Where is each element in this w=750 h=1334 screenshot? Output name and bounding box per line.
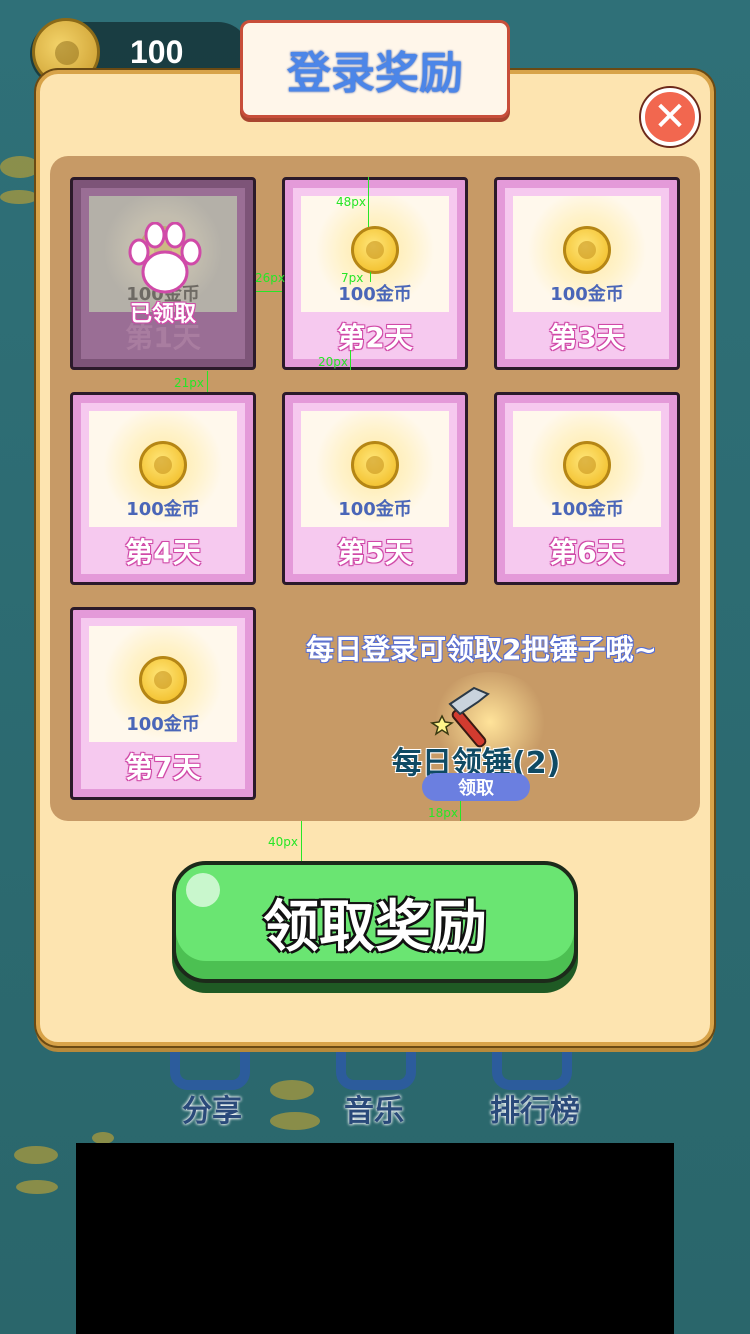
daily-hammer-hint: 每日登录可领取2把锤子哦~ (306, 633, 657, 666)
day-label: 第5天 (337, 536, 413, 569)
button-shine (186, 873, 220, 907)
reward-amount: 100金币 (126, 714, 200, 735)
music-label: 音乐 (344, 1094, 404, 1129)
day-card-7[interactable]: 100金币 第7天 (70, 607, 256, 800)
measure-label: 48px (336, 195, 366, 209)
reward-box: 100金币 (513, 411, 661, 527)
modal-title: 登录奖励 (240, 20, 510, 118)
lily-pad (270, 1080, 314, 1100)
claim-reward-label: 领取奖励 (263, 894, 487, 960)
coin-balance-value: 100 (130, 34, 184, 70)
reward-box: 100金币 (89, 411, 237, 527)
reward-amount: 100金币 (338, 499, 412, 520)
lily-pad (0, 190, 38, 204)
day-label: 第7天 (125, 751, 201, 784)
day-card-4[interactable]: 100金币 第4天 (70, 392, 256, 585)
day-card-5[interactable]: 100金币 第5天 (282, 392, 468, 585)
day-label: 第4天 (125, 536, 201, 569)
paw-coin-icon (563, 226, 611, 274)
claim-hammer-button[interactable]: 领取 (422, 773, 530, 801)
reward-box: 100金币 (301, 411, 449, 527)
reward-amount: 100金币 (126, 499, 200, 520)
day-card-2[interactable]: 100金币 第2天 (282, 177, 468, 370)
measure-line (301, 821, 302, 861)
measure-label: 18px (428, 806, 458, 820)
paw-coin-icon (351, 226, 399, 274)
day-card-1[interactable]: 100金币 第1天 已领取 (70, 177, 256, 370)
day-card-3[interactable]: 100金币 第3天 (494, 177, 680, 370)
reward-amount: 100金币 (550, 499, 624, 520)
measure-line (256, 291, 282, 292)
reward-box: 100金币 (513, 196, 661, 312)
measure-line (207, 371, 208, 392)
claim-reward-button[interactable]: 领取奖励 (172, 861, 578, 983)
day-label: 第6天 (549, 536, 625, 569)
reward-amount: 100金币 (338, 284, 412, 305)
reward-box: 100金币 (89, 626, 237, 742)
close-button[interactable]: ✕ (641, 88, 699, 146)
close-icon: ✕ (653, 94, 687, 140)
lily-pad (0, 156, 40, 178)
measure-label: 20px (318, 355, 348, 369)
day-label: 第3天 (549, 321, 625, 354)
measure-label: 21px (174, 376, 204, 390)
paw-stamp-icon (128, 222, 202, 294)
paw-coin-icon (351, 441, 399, 489)
reward-amount: 100金币 (550, 284, 624, 305)
measure-line (460, 801, 461, 821)
measure-label: 7px (341, 271, 364, 285)
ad-banner (76, 1143, 674, 1334)
lily-pad (14, 1146, 58, 1164)
reward-box: 100金币 (301, 196, 449, 312)
claimed-label: 已领取 (129, 302, 196, 327)
paw-coin-icon (563, 441, 611, 489)
lily-pad (16, 1180, 58, 1194)
day-card-6[interactable]: 100金币 第6天 (494, 392, 680, 585)
share-label: 分享 (182, 1094, 242, 1129)
paw-coin-icon (139, 656, 187, 704)
paw-coin-icon (139, 441, 187, 489)
measure-line (370, 272, 371, 282)
measure-line (368, 177, 369, 227)
day-label: 第2天 (337, 321, 413, 354)
measure-label: 26px (255, 271, 285, 285)
measure-line (350, 350, 351, 370)
lily-pad (270, 1112, 320, 1130)
measure-label: 40px (268, 835, 298, 849)
leaderboard-label: 排行榜 (490, 1094, 580, 1129)
